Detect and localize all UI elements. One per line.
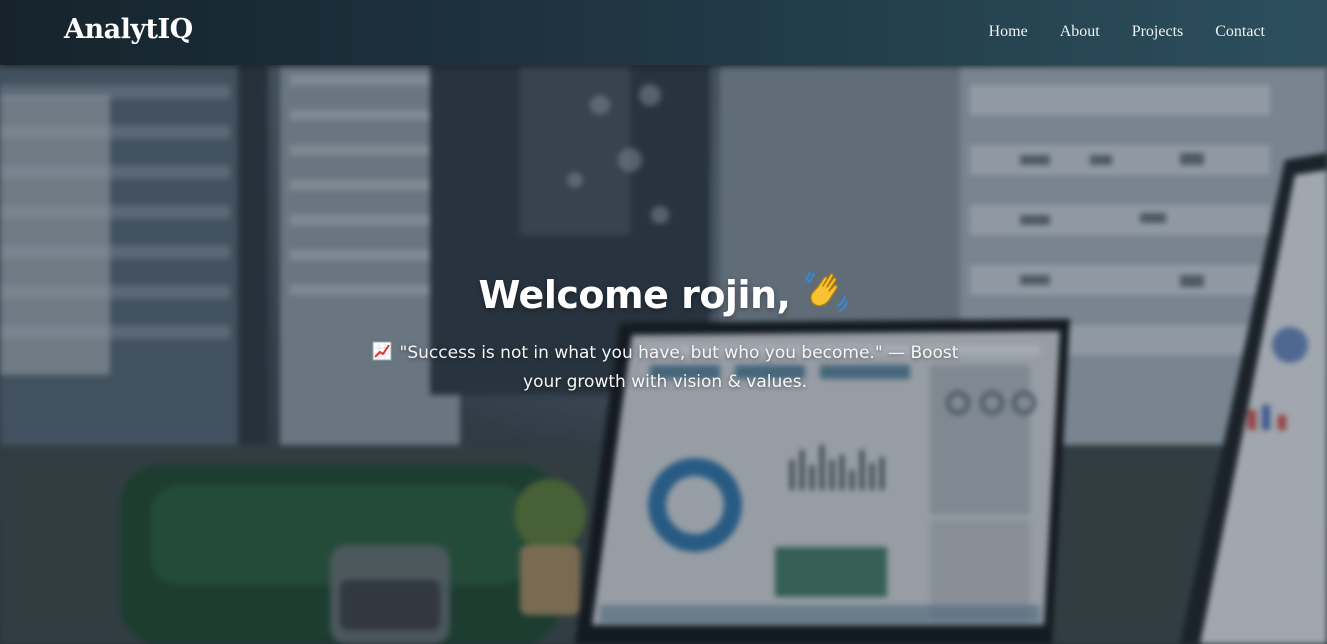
nav-link-projects[interactable]: Projects [1132, 23, 1184, 41]
quote-text: "Success is not in what you have, but wh… [399, 343, 959, 392]
nav-link-about[interactable]: About [1060, 23, 1100, 41]
waving-hand-icon [804, 270, 849, 323]
brand-logo[interactable]: AnalytIQ [64, 14, 193, 45]
motivational-quote: "Success is not in what you have, but wh… [370, 340, 960, 395]
nav-links: Home About Projects Contact [989, 23, 1265, 41]
welcome-heading: Welcome rojin, [0, 270, 1327, 323]
welcome-text: Welcome rojin, [478, 273, 791, 317]
page: AnalytIQ Home About Projects Contact Wel… [0, 0, 1327, 644]
nav-link-home[interactable]: Home [989, 23, 1028, 41]
nav-link-contact[interactable]: Contact [1215, 23, 1265, 41]
navbar: AnalytIQ Home About Projects Contact [0, 0, 1327, 65]
chart-increasing-icon [372, 341, 392, 369]
